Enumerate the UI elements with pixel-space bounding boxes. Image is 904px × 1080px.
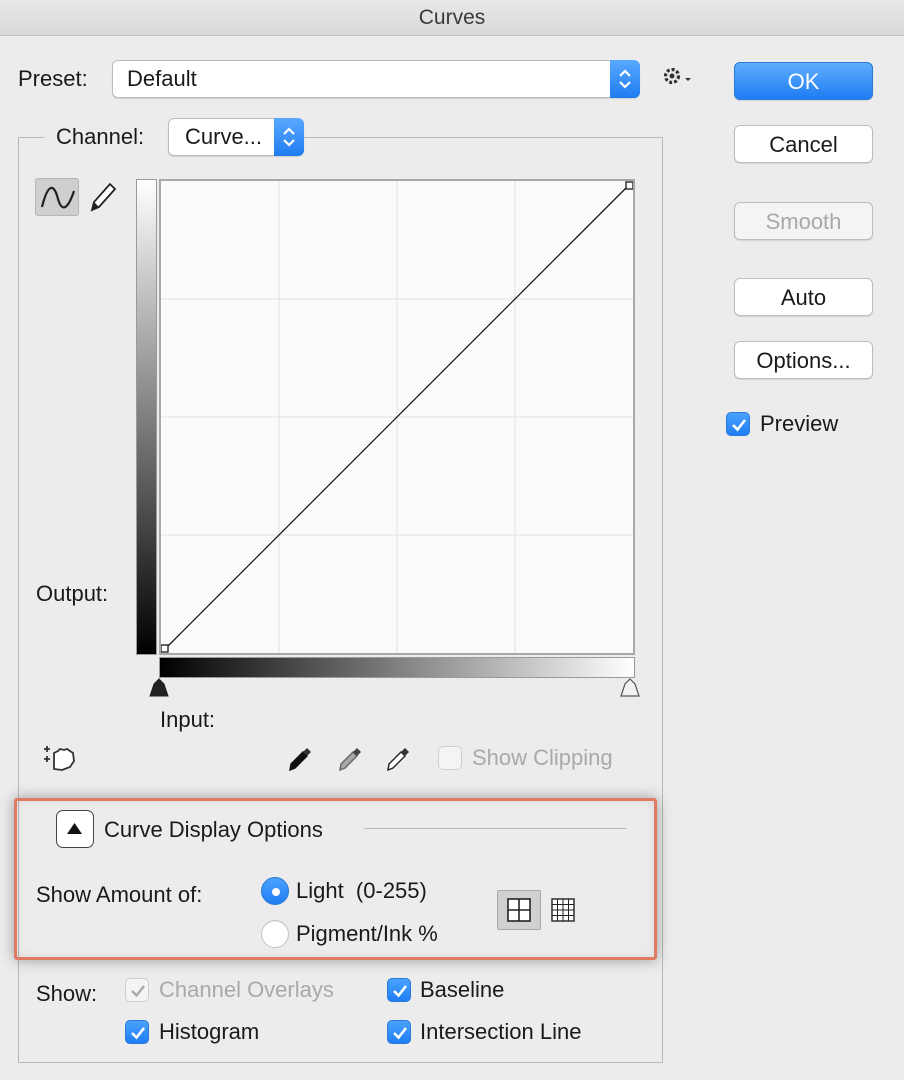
window-title: Curves — [418, 6, 486, 29]
channel-value: Curve... — [185, 124, 263, 149]
curve-graph[interactable] — [159, 179, 635, 655]
curve-tool-icon — [40, 186, 76, 209]
pencil-icon — [90, 182, 117, 212]
black-point-handle[interactable] — [161, 644, 169, 653]
pigment-radio-label: Pigment/Ink % — [296, 921, 438, 946]
triangle-slider-icon — [149, 678, 169, 697]
grid-4x4-icon — [507, 898, 531, 922]
channel-select[interactable]: Curve... — [168, 118, 304, 156]
eyedropper-icon — [289, 748, 311, 772]
white-point-eyedropper[interactable] — [380, 740, 416, 776]
eyedropper-icon — [387, 748, 409, 772]
targeted-adjustment-tool[interactable] — [40, 739, 80, 775]
input-gradient-bar — [159, 657, 635, 678]
gray-point-eyedropper[interactable] — [332, 740, 368, 776]
preset-label: Preset: — [18, 66, 88, 91]
section-divider — [364, 828, 626, 829]
intersection-line-label: Intersection Line — [420, 1019, 582, 1044]
output-label: Output: — [36, 581, 109, 606]
preview-label: Preview — [760, 411, 839, 436]
collapse-toggle-button[interactable] — [56, 810, 94, 848]
grid-10x10-icon — [551, 898, 575, 922]
select-stepper-icon — [610, 60, 640, 98]
title-bar: Curves — [0, 0, 904, 36]
eyedropper-icon — [339, 748, 361, 772]
show-label: Show: — [36, 981, 98, 1006]
show-clipping-checkbox[interactable] — [438, 746, 462, 770]
light-radio[interactable] — [261, 877, 289, 905]
baseline-checkbox[interactable] — [387, 978, 411, 1002]
ok-button[interactable]: OK — [734, 62, 873, 100]
preview-checkbox[interactable] — [726, 412, 750, 436]
curve-point-tool[interactable] — [35, 178, 79, 216]
detailed-grid-button[interactable] — [545, 890, 583, 930]
hand-adjust-icon — [44, 746, 75, 771]
black-input-slider[interactable] — [148, 678, 170, 698]
channel-overlays-label: Channel Overlays — [159, 977, 334, 1002]
curve-display-title: Curve Display Options — [104, 817, 323, 842]
intersection-line-checkbox[interactable] — [387, 1020, 411, 1044]
options-button[interactable]: Options... — [734, 341, 873, 379]
channel-overlays-checkbox[interactable] — [125, 978, 149, 1002]
triangle-up-icon — [67, 823, 82, 834]
show-clipping-label: Show Clipping — [472, 745, 613, 770]
channel-label: Channel: — [56, 124, 145, 149]
pigment-radio[interactable] — [261, 920, 289, 948]
output-gradient-bar — [136, 179, 157, 655]
pencil-tool[interactable] — [84, 178, 120, 216]
simple-grid-button[interactable] — [497, 890, 541, 930]
white-input-slider[interactable] — [619, 678, 641, 698]
baseline-label: Baseline — [420, 977, 505, 1002]
black-point-eyedropper[interactable] — [282, 740, 318, 776]
white-point-handle[interactable] — [625, 181, 633, 190]
curve-graph-canvas — [161, 181, 633, 653]
show-amount-label: Show Amount of: — [36, 882, 203, 907]
gear-menu-icon[interactable] — [660, 64, 694, 90]
histogram-label: Histogram — [159, 1019, 260, 1044]
preset-value: Default — [127, 66, 197, 91]
auto-button[interactable]: Auto — [734, 278, 873, 316]
histogram-checkbox[interactable] — [125, 1020, 149, 1044]
light-radio-label: Light (0-255) — [296, 878, 427, 903]
smooth-button[interactable]: Smooth — [734, 202, 873, 240]
triangle-slider-icon — [620, 678, 640, 697]
preset-select[interactable]: Default — [112, 60, 640, 98]
select-stepper-icon — [274, 118, 304, 156]
cancel-button[interactable]: Cancel — [734, 125, 873, 163]
input-label: Input: — [160, 707, 216, 732]
